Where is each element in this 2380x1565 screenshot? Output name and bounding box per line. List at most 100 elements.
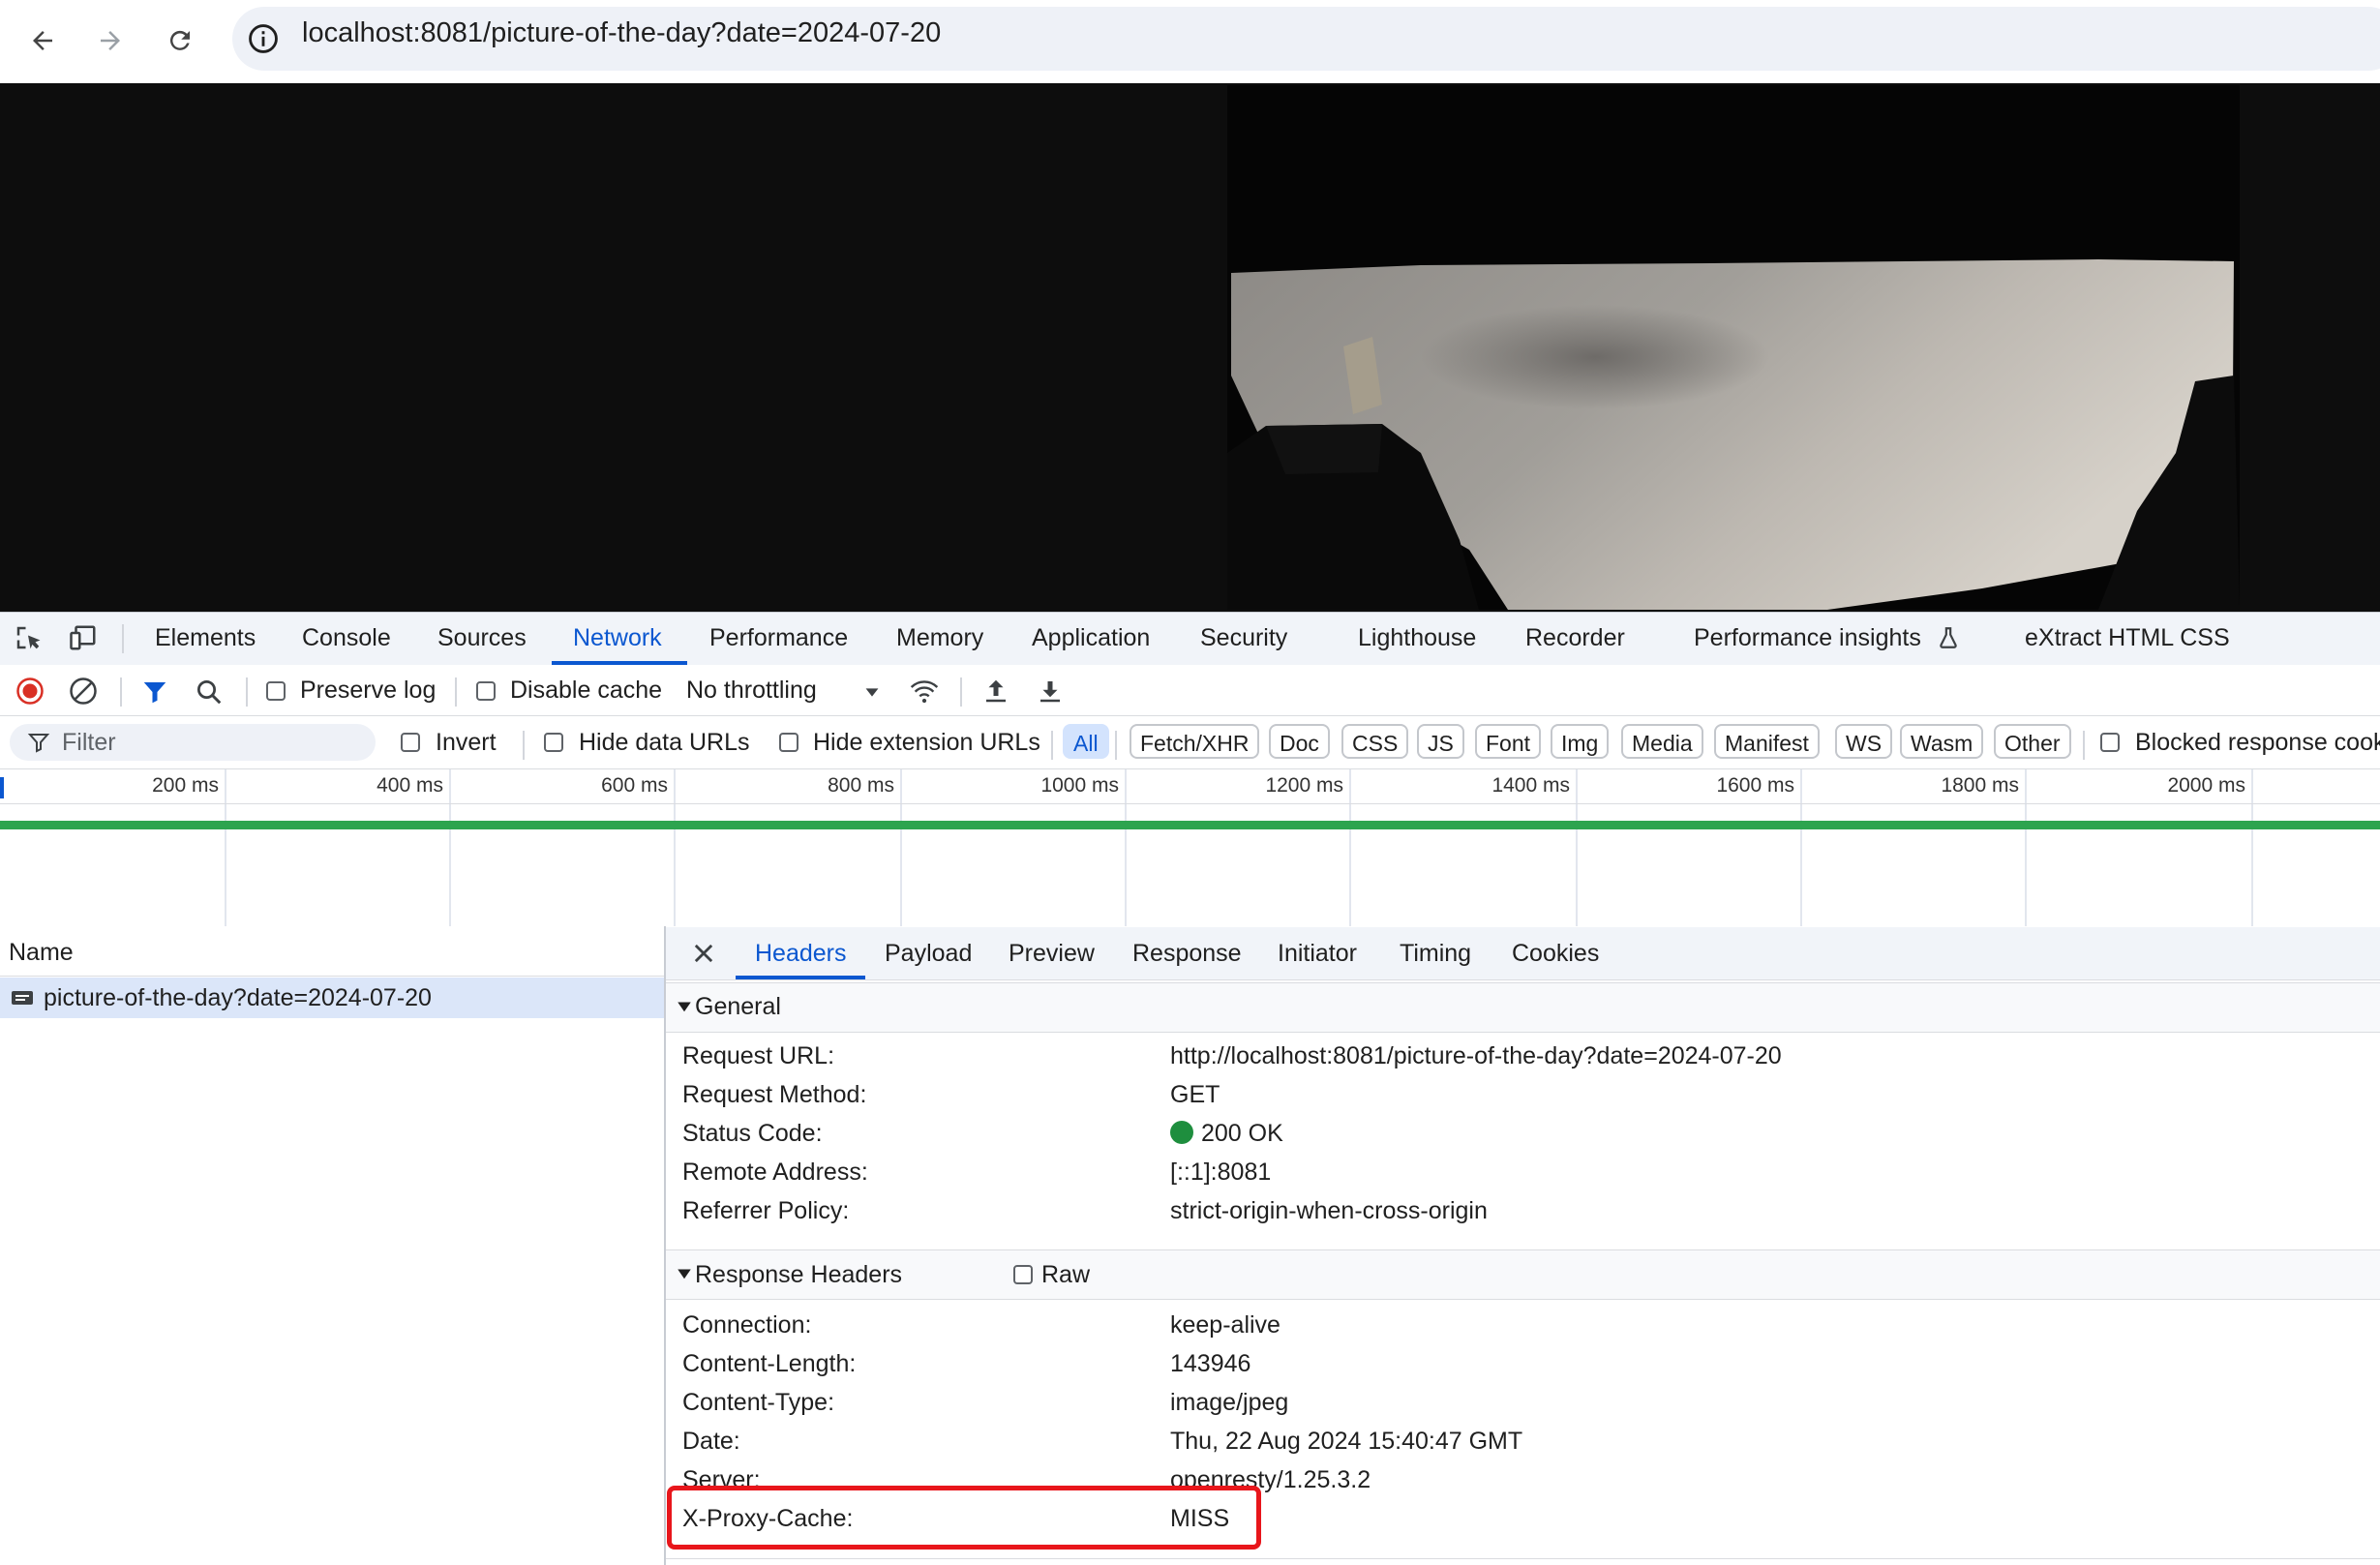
tab-headers[interactable]: Headers xyxy=(755,927,847,979)
tab-recorder[interactable]: Recorder xyxy=(1525,612,1625,664)
record-stop-icon xyxy=(16,677,44,705)
device-toolbar-button[interactable] xyxy=(68,623,99,652)
chevron-down-icon[interactable] xyxy=(861,681,883,703)
header-value: http://localhost:8081/picture-of-the-day… xyxy=(1170,1042,1782,1069)
timeline-tick-label: 200 ms xyxy=(152,774,219,797)
filter-placeholder: Filter xyxy=(62,729,116,756)
search-icon xyxy=(197,680,222,705)
filter-toggle-button[interactable] xyxy=(140,677,169,707)
type-filter-js[interactable]: JS xyxy=(1417,724,1464,759)
tab-security[interactable]: Security xyxy=(1200,612,1287,664)
inspect-cursor-icon xyxy=(16,626,41,649)
type-filter-manifest[interactable]: Manifest xyxy=(1714,724,1820,759)
tab-console[interactable]: Console xyxy=(302,612,391,664)
raw-checkbox[interactable] xyxy=(1013,1265,1033,1284)
document-icon xyxy=(12,991,33,1005)
filter-funnel-icon xyxy=(27,731,50,754)
reload-icon xyxy=(169,30,190,50)
section-divider xyxy=(666,1558,2380,1559)
network-conditions-button[interactable] xyxy=(908,676,941,707)
triangle-down-icon xyxy=(676,1265,693,1282)
hide-data-urls-checkbox[interactable] xyxy=(544,733,563,752)
back-button[interactable] xyxy=(15,14,70,68)
tab-preview[interactable]: Preview xyxy=(1009,927,1095,979)
tab-response[interactable]: Response xyxy=(1132,927,1242,979)
type-filter-doc[interactable]: Doc xyxy=(1269,724,1330,759)
type-filter-ws[interactable]: WS xyxy=(1835,724,1893,759)
tab-sources[interactable]: Sources xyxy=(437,612,527,664)
header-name: Request URL: xyxy=(682,1042,835,1069)
raw-label: Raw xyxy=(1041,1261,1091,1288)
throttling-select[interactable]: No throttling xyxy=(686,677,817,705)
header-value: GET xyxy=(1170,1081,1220,1108)
close-details-button[interactable] xyxy=(690,940,717,967)
header-value: Thu, 22 Aug 2024 15:40:47 GMT xyxy=(1170,1428,1523,1455)
info-icon xyxy=(249,24,278,53)
overview-divider xyxy=(0,803,2380,804)
upload-icon xyxy=(986,679,1006,703)
reload-button[interactable] xyxy=(153,14,207,68)
clear-icon xyxy=(70,677,97,705)
type-filter-other[interactable]: Other xyxy=(1994,724,2071,759)
disable-cache-checkbox[interactable] xyxy=(476,681,496,701)
timeline-tick-label: 1800 ms xyxy=(1941,774,2019,797)
status-text: 200 OK xyxy=(1201,1120,1283,1147)
tab-network[interactable]: Network xyxy=(573,612,662,664)
export-har-button[interactable] xyxy=(1036,676,1065,707)
grid-line xyxy=(449,769,451,926)
inspect-element-button[interactable] xyxy=(14,623,43,652)
type-filter-img[interactable]: Img xyxy=(1551,724,1610,759)
header-value: 143946 xyxy=(1170,1350,1251,1377)
type-filter-wasm[interactable]: Wasm xyxy=(1900,724,1984,759)
header-name: Request Method: xyxy=(682,1081,867,1108)
general-section-header[interactable] xyxy=(666,982,2380,1033)
divider xyxy=(455,677,457,707)
header-value: keep-alive xyxy=(1170,1311,1280,1339)
grid-line xyxy=(225,769,226,926)
response-headers-section-header[interactable] xyxy=(666,1249,2380,1300)
grid-line xyxy=(1125,769,1127,926)
forward-button[interactable] xyxy=(83,14,137,68)
preserve-log-checkbox[interactable] xyxy=(266,681,286,701)
general-section-title: General xyxy=(695,993,781,1020)
hide-extension-urls-checkbox[interactable] xyxy=(779,733,798,752)
type-filter-fetch-xhr[interactable]: Fetch/XHR xyxy=(1130,724,1260,759)
tab-timing[interactable]: Timing xyxy=(1400,927,1471,979)
invert-checkbox[interactable] xyxy=(401,733,420,752)
hide-data-urls-label: Hide data URLs xyxy=(579,729,750,756)
overview-handle[interactable] xyxy=(0,777,4,798)
stop-recording-button[interactable] xyxy=(15,677,45,706)
timeline-tick-label: 1400 ms xyxy=(1491,774,1570,797)
tab-payload[interactable]: Payload xyxy=(885,927,972,979)
type-filter-media[interactable]: Media xyxy=(1621,724,1703,759)
name-column-header[interactable] xyxy=(0,927,664,977)
import-har-button[interactable] xyxy=(981,676,1010,707)
timeline-tick-label: 600 ms xyxy=(601,774,668,797)
preserve-log-label: Preserve log xyxy=(300,677,437,704)
close-icon xyxy=(694,944,713,963)
blocked-response-cookies-checkbox[interactable] xyxy=(2100,733,2120,752)
divider xyxy=(246,677,248,707)
site-info-button[interactable] xyxy=(247,22,280,55)
tab-performance-insights[interactable]: Performance insights xyxy=(1694,612,1921,664)
tab-memory[interactable]: Memory xyxy=(896,612,983,664)
picture-of-the-day-image xyxy=(1227,85,2240,610)
tab-lighthouse[interactable]: Lighthouse xyxy=(1358,612,1476,664)
type-filter-font[interactable]: Font xyxy=(1475,724,1542,759)
tab-cookies[interactable]: Cookies xyxy=(1512,927,1599,979)
tab-elements[interactable]: Elements xyxy=(155,612,256,664)
type-filter-css[interactable]: CSS xyxy=(1341,724,1409,759)
tab-initiator[interactable]: Initiator xyxy=(1278,927,1357,979)
clear-button[interactable] xyxy=(69,677,98,706)
experiment-flask-icon xyxy=(1936,623,1961,652)
grid-line xyxy=(674,769,676,926)
type-filter-all[interactable]: All xyxy=(1063,724,1109,759)
header-name: Connection: xyxy=(682,1311,812,1339)
request-name[interactable]: picture-of-the-day?date=2024-07-20 xyxy=(44,984,432,1012)
tab-extract-html-css[interactable]: eXtract HTML CSS xyxy=(2025,612,2230,664)
url-text[interactable]: localhost:8081/picture-of-the-day?date=2… xyxy=(302,17,941,49)
tab-performance[interactable]: Performance xyxy=(709,612,848,664)
requests-list xyxy=(0,926,666,1565)
tab-application[interactable]: Application xyxy=(1032,612,1150,664)
search-button[interactable] xyxy=(195,677,224,707)
